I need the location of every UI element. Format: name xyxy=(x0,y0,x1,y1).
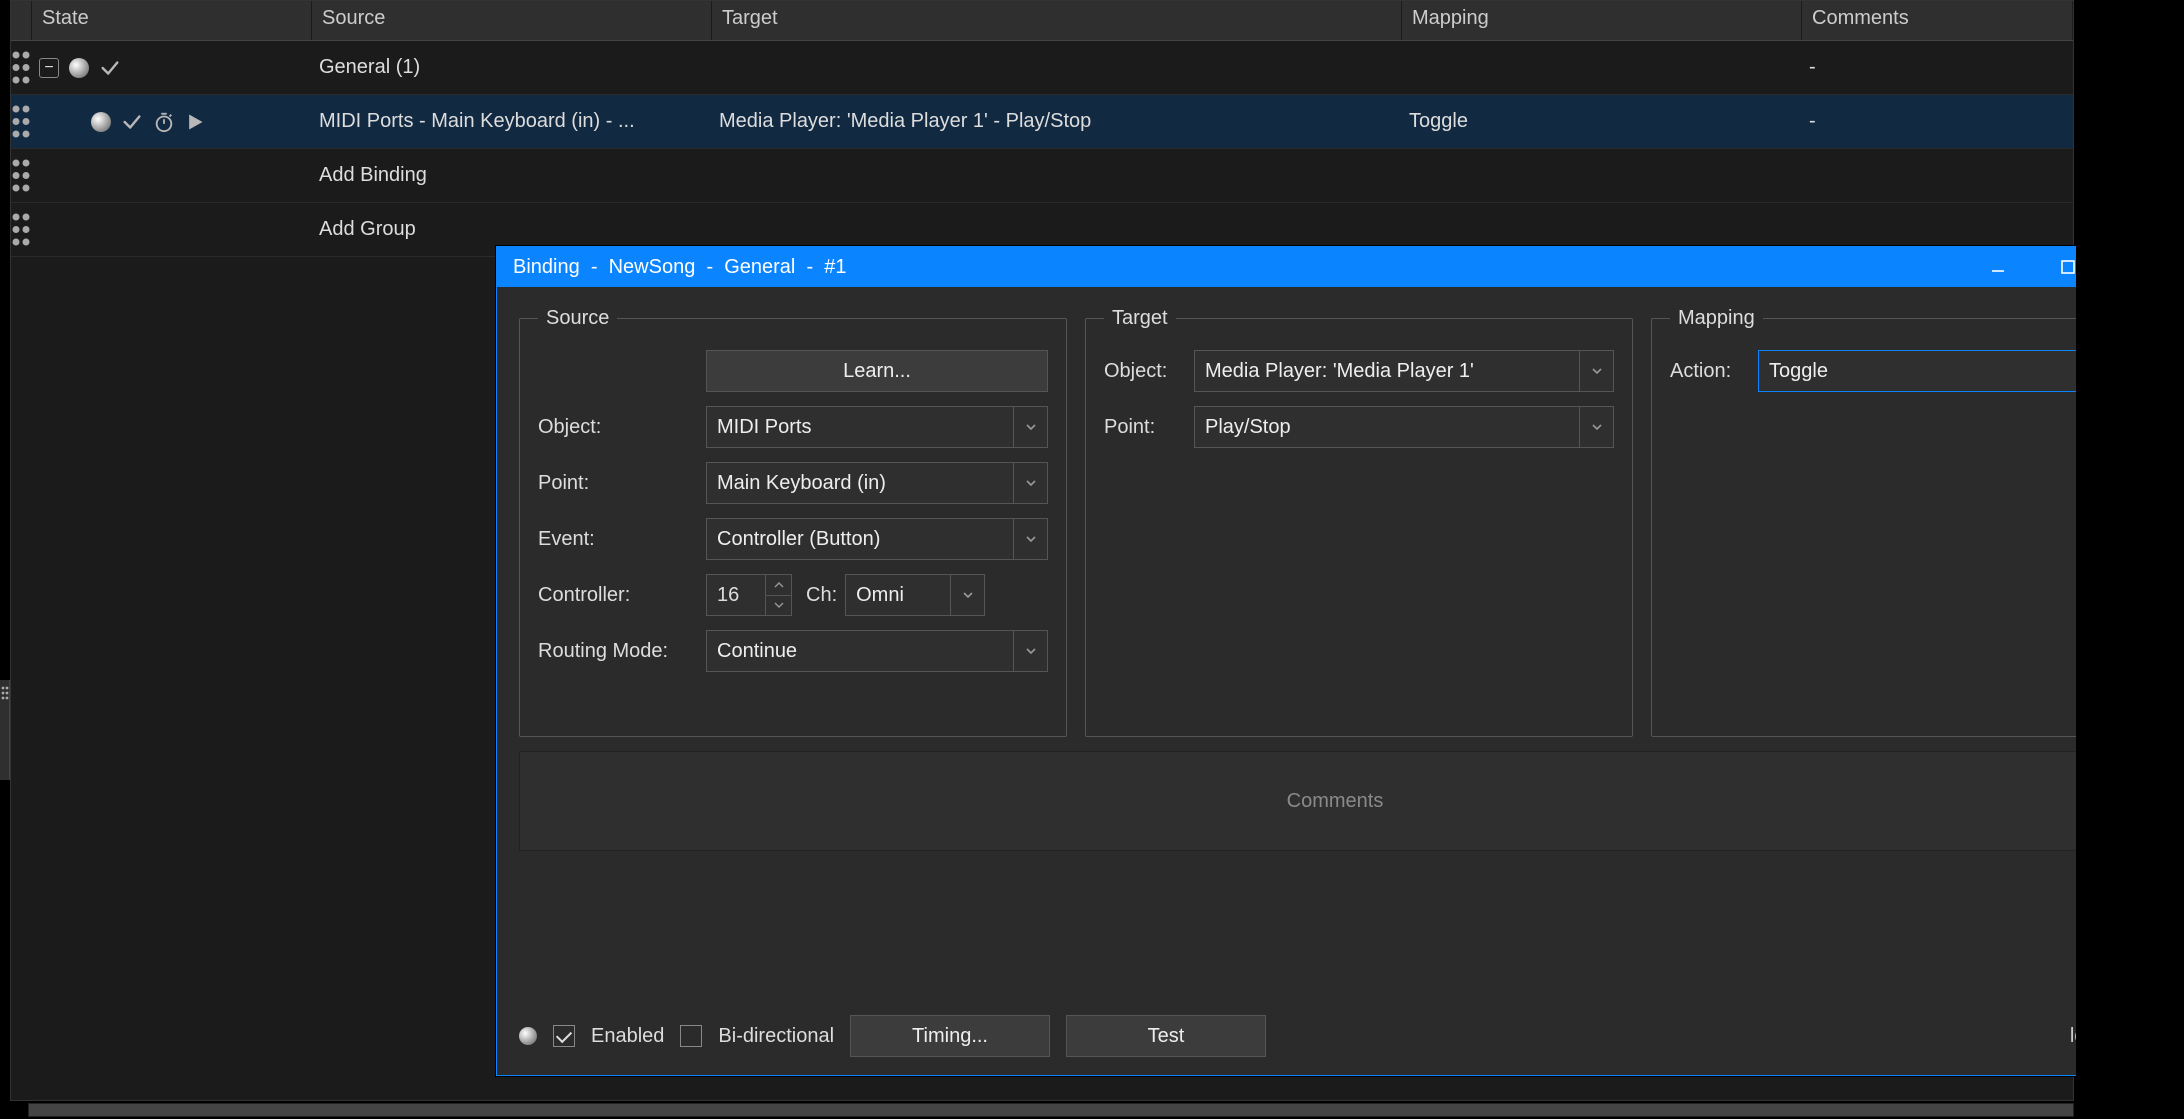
binding-source: MIDI Ports - Main Keyboard (in) - ... xyxy=(311,110,711,133)
add-binding-label: Add Binding xyxy=(311,164,711,187)
dialog-titlebar[interactable]: Binding - NewSong - General - #1 xyxy=(497,247,2173,287)
source-event-label: Event: xyxy=(538,528,706,551)
header-handle-gutter xyxy=(11,1,32,40)
chevron-down-icon xyxy=(1013,519,1047,559)
source-event-select[interactable]: Controller (Button) xyxy=(706,518,1048,560)
target-object-label: Object: xyxy=(1104,360,1194,383)
channel-select[interactable]: Omni xyxy=(845,574,985,616)
source-controller-label: Controller: xyxy=(538,584,706,607)
test-button[interactable]: Test xyxy=(1066,1015,1266,1057)
record-indicator-icon[interactable] xyxy=(91,112,111,132)
drag-handle-icon[interactable] xyxy=(11,104,31,139)
mapping-legend: Mapping xyxy=(1670,307,1763,330)
comments-placeholder: Comments xyxy=(1287,790,1384,813)
bidirectional-checkbox[interactable] xyxy=(680,1025,702,1047)
chevron-down-icon xyxy=(1579,407,1613,447)
column-source[interactable]: Source xyxy=(312,1,712,40)
source-point-select[interactable]: Main Keyboard (in) xyxy=(706,462,1048,504)
target-point-label: Point: xyxy=(1104,416,1194,439)
left-strip-handle[interactable] xyxy=(0,680,10,780)
group-row[interactable]: − General (1) - xyxy=(11,41,2073,95)
target-object-select[interactable]: Media Player: 'Media Player 1' xyxy=(1194,350,1614,392)
target-point-select[interactable]: Play/Stop xyxy=(1194,406,1614,448)
target-legend: Target xyxy=(1104,307,1176,330)
source-group: Source Learn... Object: MIDI Ports Point… xyxy=(519,307,1067,737)
enabled-check-icon xyxy=(121,111,143,133)
drag-handle-icon xyxy=(1,686,9,700)
source-legend: Source xyxy=(538,307,617,330)
bidirectional-label: Bi-directional xyxy=(718,1025,834,1048)
drag-handle-icon[interactable] xyxy=(11,212,31,247)
timing-icon[interactable] xyxy=(153,111,175,133)
source-point-label: Point: xyxy=(538,472,706,495)
drag-handle-icon[interactable] xyxy=(11,158,31,193)
source-object-select[interactable]: MIDI Ports xyxy=(706,406,1048,448)
column-mapping[interactable]: Mapping xyxy=(1402,1,1802,40)
source-object-label: Object: xyxy=(538,416,706,439)
enabled-label: Enabled xyxy=(591,1025,664,1048)
action-label: Action: xyxy=(1670,360,1758,383)
timing-button[interactable]: Timing... xyxy=(850,1015,1050,1057)
binding-target: Media Player: 'Media Player 1' - Play/St… xyxy=(711,110,1401,133)
chevron-down-icon xyxy=(1013,463,1047,503)
chevron-down-icon xyxy=(1579,351,1613,391)
add-binding-row[interactable]: Add Binding xyxy=(11,149,2073,203)
learn-button[interactable]: Learn... xyxy=(706,350,1048,392)
record-indicator-icon[interactable] xyxy=(69,58,89,78)
spinner-down-button[interactable] xyxy=(766,596,791,616)
comments-input[interactable]: Comments xyxy=(519,751,2151,851)
record-indicator-icon[interactable] xyxy=(519,1027,537,1045)
column-comments[interactable]: Comments xyxy=(1802,1,2073,40)
controller-number-input[interactable]: 16 xyxy=(706,574,792,616)
dialog-title: Binding - NewSong - General - #1 xyxy=(513,256,1963,279)
binding-mapping: Toggle xyxy=(1401,110,1801,133)
column-state[interactable]: State xyxy=(32,1,312,40)
binding-row[interactable]: MIDI Ports - Main Keyboard (in) - ... Me… xyxy=(11,95,2073,149)
binding-comments: - xyxy=(1801,110,2073,133)
drag-handle-icon[interactable] xyxy=(11,50,31,85)
enabled-check-icon xyxy=(99,57,121,79)
chevron-down-icon xyxy=(1013,407,1047,447)
routing-mode-label: Routing Mode: xyxy=(538,640,706,663)
minimize-button[interactable] xyxy=(1963,247,2033,287)
binding-dialog: Binding - NewSong - General - #1 Source … xyxy=(496,246,2174,1076)
columns-header: State Source Target Mapping Comments xyxy=(11,1,2073,41)
group-name: General (1) xyxy=(311,56,711,79)
group-comments: - xyxy=(1801,56,2073,79)
target-group: Target Object: Media Player: 'Media Play… xyxy=(1085,307,1633,737)
add-group-label: Add Group xyxy=(311,218,711,241)
collapse-toggle[interactable]: − xyxy=(39,58,59,78)
horizontal-scrollbar[interactable] xyxy=(28,1103,2074,1117)
play-icon[interactable] xyxy=(185,112,205,132)
channel-label: Ch: xyxy=(806,584,837,607)
routing-mode-select[interactable]: Continue xyxy=(706,630,1048,672)
spinner-up-button[interactable] xyxy=(766,575,791,596)
right-gutter xyxy=(2076,0,2184,1119)
chevron-down-icon xyxy=(1013,631,1047,671)
column-target[interactable]: Target xyxy=(712,1,1402,40)
chevron-down-icon xyxy=(950,575,984,615)
enabled-checkbox[interactable] xyxy=(553,1025,575,1047)
